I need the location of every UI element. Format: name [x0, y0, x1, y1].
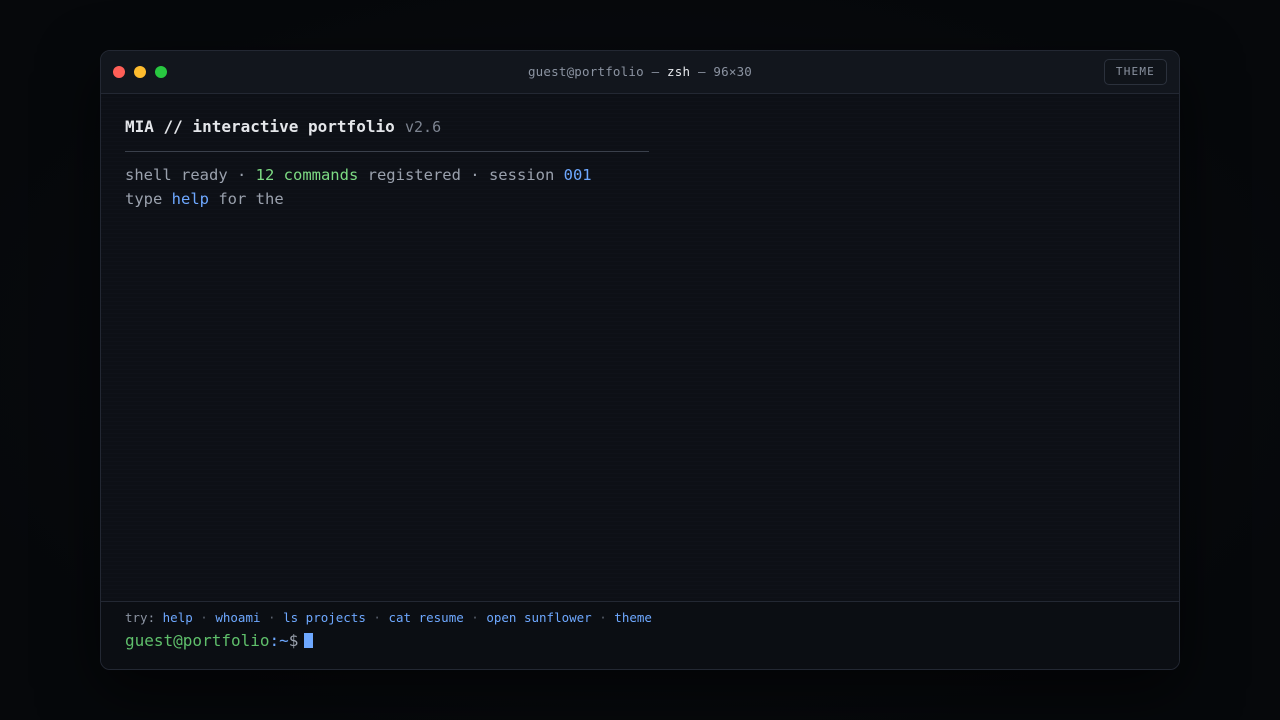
status-text: registered · session — [358, 166, 564, 184]
help-keyword: help — [171, 190, 209, 208]
text-cursor[interactable] — [304, 633, 314, 648]
title-size: 96×30 — [713, 64, 753, 79]
try-label: try: — [125, 610, 156, 625]
hint-text: for the — [209, 190, 284, 208]
suggestion-theme[interactable]: theme — [614, 610, 652, 625]
suggestion-bar: try: help · whoami · ls projects · cat r… — [125, 610, 652, 625]
title-shell: zsh — [667, 64, 691, 79]
hint-line: type help for the — [125, 190, 284, 208]
suggestion-cat-resume[interactable]: cat resume — [388, 610, 463, 625]
session-number: 001 — [563, 166, 592, 184]
suggestion-open-sunflower[interactable]: open sunflower — [486, 610, 591, 625]
suggestion-separator: · — [373, 610, 381, 625]
suggestion-whoami[interactable]: whoami — [215, 610, 260, 625]
status-line: shell ready · 12 commands registered · s… — [125, 166, 592, 184]
title-separator: — — [643, 64, 668, 79]
suggestion-separator: · — [471, 610, 479, 625]
status-text: shell ready · — [125, 166, 256, 184]
portfolio-heading: MIA // interactive portfolio — [125, 117, 395, 136]
prompt-user: guest@portfolio — [125, 631, 270, 650]
terminal-window: guest@portfolio — zsh — 96×30 THEME MIA … — [100, 50, 1180, 670]
command-footer: try: help · whoami · ls projects · cat r… — [101, 601, 1179, 669]
terminal-output: MIA // interactive portfolio v2.6 shell … — [101, 94, 1179, 601]
version-label: v2.6 — [405, 118, 442, 136]
window-title: guest@portfolio — zsh — 96×30 — [101, 64, 1179, 79]
prompt-path: :~ — [269, 631, 289, 650]
suggestion-separator: · — [268, 610, 276, 625]
suggestion-help[interactable]: help — [163, 610, 193, 625]
window-titlebar: guest@portfolio — zsh — 96×30 THEME — [101, 51, 1179, 94]
desktop-background: guest@portfolio — zsh — 96×30 THEME MIA … — [0, 0, 1280, 720]
prompt-symbol: $ — [288, 631, 299, 650]
title-user: guest@portfolio — [527, 64, 644, 79]
divider — [125, 151, 649, 152]
command-prompt[interactable]: guest@portfolio:~$ — [125, 631, 314, 650]
hint-text: type — [125, 190, 172, 208]
theme-button[interactable]: THEME — [1103, 59, 1167, 85]
suggestion-ls-projects[interactable]: ls projects — [283, 610, 366, 625]
suggestion-separator: · — [599, 610, 607, 625]
command-count: 12 commands — [255, 166, 359, 184]
suggestion-separator: · — [200, 610, 208, 625]
title-separator: — — [690, 64, 714, 79]
